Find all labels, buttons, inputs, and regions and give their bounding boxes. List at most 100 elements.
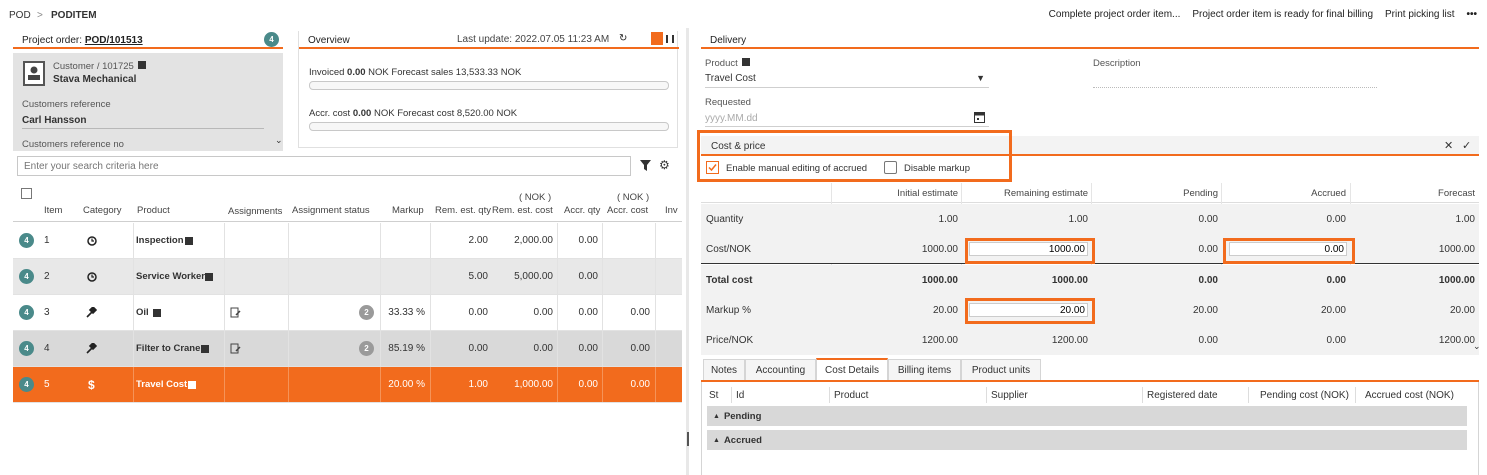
group-row-pending[interactable]: ▲ Pending xyxy=(707,406,1467,426)
external-link-icon[interactable] xyxy=(153,308,161,317)
document-icon[interactable] xyxy=(651,32,663,45)
project-order-badge: 4 xyxy=(264,32,279,47)
col-supplier[interactable]: Supplier xyxy=(991,390,1028,401)
assignment-edit-icon[interactable] xyxy=(230,295,241,330)
product-select[interactable]: Travel Cost ▼ xyxy=(705,71,989,88)
col-id[interactable]: Id xyxy=(736,390,744,401)
columns-icon[interactable] xyxy=(666,35,674,43)
calendar-icon[interactable] xyxy=(974,111,985,123)
overview-title: Overview xyxy=(308,35,350,46)
col-st[interactable]: St xyxy=(709,390,718,401)
table-row[interactable]: 4 3 Oil 2 33.33 % 0.00 0.00 0.00 0.00 xyxy=(13,295,682,331)
row-product[interactable]: Service Worker xyxy=(136,259,205,294)
project-order-label: Project order: xyxy=(22,35,83,46)
external-link-icon[interactable] xyxy=(201,344,209,353)
tab-cost-details[interactable]: Cost Details xyxy=(816,358,888,381)
row-badge: 4 xyxy=(19,377,34,392)
expand-triangle-icon[interactable]: ▲ xyxy=(713,413,720,420)
complete-item-button[interactable]: Complete project order item... xyxy=(1049,9,1181,20)
external-link-icon[interactable] xyxy=(742,58,750,66)
collapse-chevron-icon[interactable]: ⌄ xyxy=(275,135,283,146)
row-product[interactable]: Inspection xyxy=(136,223,184,258)
search-input[interactable] xyxy=(17,156,631,176)
ready-for-billing-button[interactable]: Project order item is ready for final bi… xyxy=(1192,9,1373,20)
row-product[interactable]: Travel Cost xyxy=(136,367,187,402)
check-icon[interactable]: ✓ xyxy=(1462,139,1471,152)
requested-label: Requested xyxy=(705,97,751,108)
delivery-title: Delivery xyxy=(710,35,747,46)
breadcrumb-root[interactable]: POD xyxy=(9,10,31,21)
cost-table-header: Initial estimate Remaining estimate Pend… xyxy=(701,183,1479,348)
dropdown-arrow-icon[interactable]: ▼ xyxy=(976,73,985,83)
row-badge: 4 xyxy=(19,341,34,356)
row-badge: 4 xyxy=(19,233,34,248)
gear-icon[interactable]: ⚙ xyxy=(659,158,670,172)
col-registered-date[interactable]: Registered date xyxy=(1147,390,1218,401)
hammer-icon xyxy=(86,295,97,330)
table-row[interactable]: 4 2 Service Worker 5.00 5,000.00 0.00 xyxy=(13,259,682,295)
col-rem-cost[interactable]: Rem. est. cost xyxy=(492,205,553,216)
col-assignments[interactable]: Assignments xyxy=(228,206,282,217)
project-order-link[interactable]: POD/101513 xyxy=(85,35,143,46)
col-accr-qty[interactable]: Accr. qty xyxy=(564,205,600,216)
top-bar: POD > PODITEM Complete project order ite… xyxy=(0,0,1487,30)
divider xyxy=(22,128,264,129)
external-link-icon[interactable] xyxy=(205,272,213,281)
col-accrued-cost[interactable]: Accrued cost (NOK) xyxy=(1365,390,1454,401)
delivery-header: Delivery xyxy=(701,31,1479,49)
row-rem-qty: 1.00 xyxy=(468,379,488,390)
customers-reference-value[interactable]: Carl Hansson xyxy=(22,115,86,126)
more-menu-button[interactable]: ••• xyxy=(1466,9,1477,20)
col-accr-cost-unit: ( NOK ) xyxy=(617,192,650,203)
group-row-accrued[interactable]: ▲ Accrued xyxy=(707,430,1467,450)
tab-accounting[interactable]: Accounting xyxy=(745,359,816,381)
filter-icon[interactable] xyxy=(640,160,651,171)
expand-triangle-icon[interactable]: ▲ xyxy=(713,437,720,444)
project-order-header: Project order: POD/101513 4 xyxy=(13,31,283,49)
tab-underline xyxy=(701,380,1479,382)
external-link-icon[interactable] xyxy=(185,236,193,245)
assignment-edit-icon[interactable] xyxy=(230,331,241,366)
dollar-icon: $ xyxy=(88,377,95,392)
row-item: 2 xyxy=(44,271,50,282)
expand-chevron-icon[interactable]: ⌄ xyxy=(1473,341,1481,352)
external-link-icon[interactable] xyxy=(138,61,146,69)
tab-billing-items[interactable]: Billing items xyxy=(888,359,961,381)
table-row[interactable]: 4 1 Inspection 2.00 2,000.00 0.00 xyxy=(13,223,682,259)
row-accr-qty: 0.00 xyxy=(578,343,598,354)
refresh-icon[interactable]: ↻ xyxy=(619,33,627,44)
col-product[interactable]: Product xyxy=(137,205,170,216)
row-badge: 4 xyxy=(19,305,34,320)
row-markup: 85.19 % xyxy=(388,343,425,354)
product-label: Product xyxy=(705,58,738,69)
col-markup[interactable]: Markup xyxy=(392,205,424,216)
customer-box: Customer / 101725 Stava Mechanical Custo… xyxy=(13,53,283,151)
col-category[interactable]: Category xyxy=(83,205,122,216)
row-product[interactable]: Oil xyxy=(136,295,149,330)
col-item[interactable]: Item xyxy=(44,205,62,216)
description-field[interactable] xyxy=(1093,87,1377,88)
close-icon[interactable]: ✕ xyxy=(1444,139,1453,152)
tab-product-units[interactable]: Product units xyxy=(961,359,1041,381)
panel-splitter[interactable] xyxy=(686,28,689,475)
print-picking-list-button[interactable]: Print picking list xyxy=(1385,9,1454,20)
row-product[interactable]: Filter to Crane xyxy=(136,331,200,366)
col-product[interactable]: Product xyxy=(834,390,868,401)
external-link-icon[interactable] xyxy=(188,380,196,389)
table-row-selected[interactable]: 4 5 $ Travel Cost 20.00 % 1.00 1,000.00 … xyxy=(13,367,682,403)
col-inv[interactable]: Inv xyxy=(665,205,678,216)
requested-placeholder: yyyy.MM.dd xyxy=(705,113,758,124)
requested-date-input[interactable]: yyyy.MM.dd xyxy=(705,110,989,127)
col-rem-cost-unit: ( NOK ) xyxy=(519,192,552,203)
table-row[interactable]: 4 4 Filter to Crane 2 85.19 % 0.00 0.00 … xyxy=(13,331,682,367)
col-rem-qty[interactable]: Rem. est. qty xyxy=(435,205,491,216)
clock-icon xyxy=(87,259,97,294)
col-assignment-status[interactable]: Assignment status xyxy=(292,205,370,216)
splitter-handle[interactable] xyxy=(687,432,689,446)
col-pending-cost[interactable]: Pending cost (NOK) xyxy=(1260,390,1349,401)
select-all-checkbox[interactable] xyxy=(21,188,32,199)
tab-notes[interactable]: Notes xyxy=(703,359,745,381)
customers-reference-label: Customers reference xyxy=(22,99,111,110)
col-accr-cost[interactable]: Accr. cost xyxy=(607,205,648,216)
description-label: Description xyxy=(1093,58,1141,69)
